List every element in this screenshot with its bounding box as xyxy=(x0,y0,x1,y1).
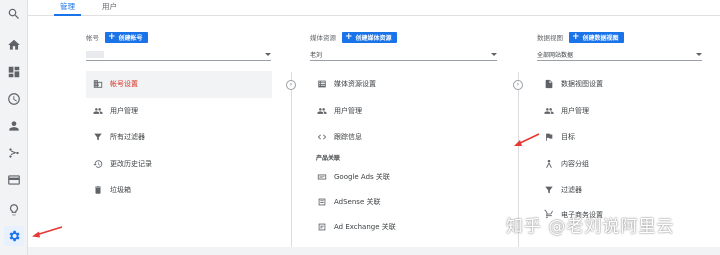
menu-item-label: 用户管理 xyxy=(110,106,138,115)
expand-arrow-icon[interactable]: › xyxy=(286,80,296,90)
chevron-down-icon xyxy=(696,53,702,56)
view-select-value: 全部网站数据 xyxy=(537,52,574,59)
menu-item-content-grouping[interactable]: 内容分组 xyxy=(537,151,707,178)
ads-icon xyxy=(316,171,328,183)
property-select-value: 老刘 xyxy=(310,52,323,59)
trash-icon xyxy=(92,184,104,196)
person-icon[interactable] xyxy=(4,116,24,136)
create-property-button[interactable]: + 创建媒体资源 xyxy=(342,31,397,43)
lightbulb-icon[interactable] xyxy=(4,200,24,220)
clock-icon[interactable] xyxy=(4,89,24,109)
settings-list-icon xyxy=(316,78,328,90)
chevron-down-icon xyxy=(491,53,497,56)
left-nav-rail xyxy=(0,0,28,255)
menu-item-trash[interactable]: 垃圾箱 xyxy=(86,177,272,204)
tab-users[interactable]: 用户 xyxy=(96,0,123,16)
account-column: 帐号 + 创建帐号 xyxy=(86,30,271,61)
menu-item-change-history[interactable]: 更改历史记录 xyxy=(86,151,272,178)
card-icon[interactable] xyxy=(4,170,24,190)
gear-icon[interactable] xyxy=(4,226,24,246)
building-icon xyxy=(92,78,104,90)
menu-item-user-management[interactable]: 用户管理 xyxy=(86,98,272,125)
flag-icon xyxy=(543,131,555,143)
adexchange-icon xyxy=(316,221,328,233)
create-view-button[interactable]: + 创建数据视图 xyxy=(569,31,624,43)
filter-icon xyxy=(92,131,104,143)
menu-item-label: 过滤器 xyxy=(561,186,582,195)
group-icon xyxy=(543,158,555,170)
menu-item-filters[interactable]: 过滤器 xyxy=(537,177,707,204)
property-column: 媒体资源 + 创建媒体资源 老刘 xyxy=(310,30,497,61)
code-icon xyxy=(316,131,328,143)
product-linking-label: 产品关联 xyxy=(316,155,341,162)
create-account-label: 创建帐号 xyxy=(118,34,143,42)
property-heading: 媒体资源 xyxy=(310,34,336,42)
home-icon[interactable] xyxy=(4,35,24,55)
menu-item-adsense-linking[interactable]: AdSense 关联 xyxy=(310,190,500,215)
people-icon xyxy=(543,105,555,117)
menu-item-label: 数据视图设置 xyxy=(561,80,603,89)
dashboard-icon[interactable] xyxy=(4,62,24,82)
people-icon xyxy=(316,105,328,117)
menu-item-tracking-info[interactable]: 跟踪信息 xyxy=(310,124,500,151)
menu-item-label: 跟踪信息 xyxy=(334,133,362,142)
filter-icon xyxy=(543,184,555,196)
create-property-label: 创建媒体资源 xyxy=(355,34,392,42)
menu-item-label: 更改历史记录 xyxy=(110,159,152,168)
top-tabs: 管理 用户 xyxy=(28,0,720,16)
search-icon[interactable] xyxy=(4,4,24,24)
view-select[interactable]: 全部网站数据 xyxy=(537,49,702,61)
menu-item-goals[interactable]: 目标 xyxy=(537,124,707,151)
history-icon xyxy=(92,158,104,170)
tab-admin[interactable]: 管理 xyxy=(54,0,81,16)
menu-item-label: 所有过滤器 xyxy=(110,133,145,142)
property-select[interactable]: 老刘 xyxy=(310,49,497,61)
menu-item-label: 内容分组 xyxy=(561,159,589,168)
plus-icon: + xyxy=(108,31,116,42)
menu-item-property-settings[interactable]: 媒体资源设置 xyxy=(310,71,500,98)
plus-icon: + xyxy=(345,31,353,42)
watermark: 知乎 @老刘说阿里云 xyxy=(506,217,675,237)
account-menu: 帐号设置 用户管理 所有过滤器 更改历史记录 垃圾箱 xyxy=(86,71,272,204)
create-account-button[interactable]: + 创建帐号 xyxy=(105,31,148,43)
account-select[interactable] xyxy=(86,49,271,61)
menu-item-label: 用户管理 xyxy=(561,106,589,115)
branch-icon[interactable] xyxy=(4,143,24,163)
property-menu: 媒体资源设置 用户管理 跟踪信息 产品关联 Google Ads 关联 AdSe… xyxy=(310,71,500,240)
menu-item-google-ads-linking[interactable]: Google Ads 关联 xyxy=(310,165,500,190)
menu-item-account-settings[interactable]: 帐号设置 xyxy=(86,71,272,98)
column-divider xyxy=(291,72,292,247)
plus-icon: + xyxy=(572,31,580,42)
menu-item-label: 目标 xyxy=(561,133,575,142)
menu-item-label: 垃圾箱 xyxy=(110,186,131,195)
doc-icon xyxy=(543,78,555,90)
view-column: 数据视图 + 创建数据视图 全部网站数据 xyxy=(537,30,702,61)
menu-item-all-filters[interactable]: 所有过滤器 xyxy=(86,124,272,151)
account-select-value xyxy=(86,51,104,58)
annotation-arrow-goals xyxy=(514,133,540,146)
menu-item-label: AdSense 关联 xyxy=(334,198,381,206)
bottom-strip xyxy=(28,247,720,255)
account-heading: 帐号 xyxy=(86,34,99,42)
menu-item-view-settings[interactable]: 数据视图设置 xyxy=(537,71,707,98)
menu-item-label: Google Ads 关联 xyxy=(334,173,390,181)
chevron-down-icon xyxy=(265,53,271,56)
view-heading: 数据视图 xyxy=(537,34,563,42)
adsense-icon xyxy=(316,196,328,208)
view-menu: 数据视图设置 用户管理 目标 内容分组 过滤器 电子商务设置 xyxy=(537,71,707,220)
menu-item-user-management[interactable]: 用户管理 xyxy=(310,98,500,125)
annotation-arrow-gear xyxy=(32,226,63,238)
expand-arrow-icon[interactable]: › xyxy=(513,80,523,90)
people-icon xyxy=(92,105,104,117)
menu-item-user-management[interactable]: 用户管理 xyxy=(537,98,707,125)
menu-item-label: Ad Exchange 关联 xyxy=(334,223,396,231)
menu-item-label: 帐号设置 xyxy=(110,80,138,89)
menu-item-ad-exchange-linking[interactable]: Ad Exchange 关联 xyxy=(310,215,500,240)
menu-item-label: 媒体资源设置 xyxy=(334,80,376,89)
menu-item-label: 用户管理 xyxy=(334,106,362,115)
create-view-label: 创建数据视图 xyxy=(582,34,619,42)
